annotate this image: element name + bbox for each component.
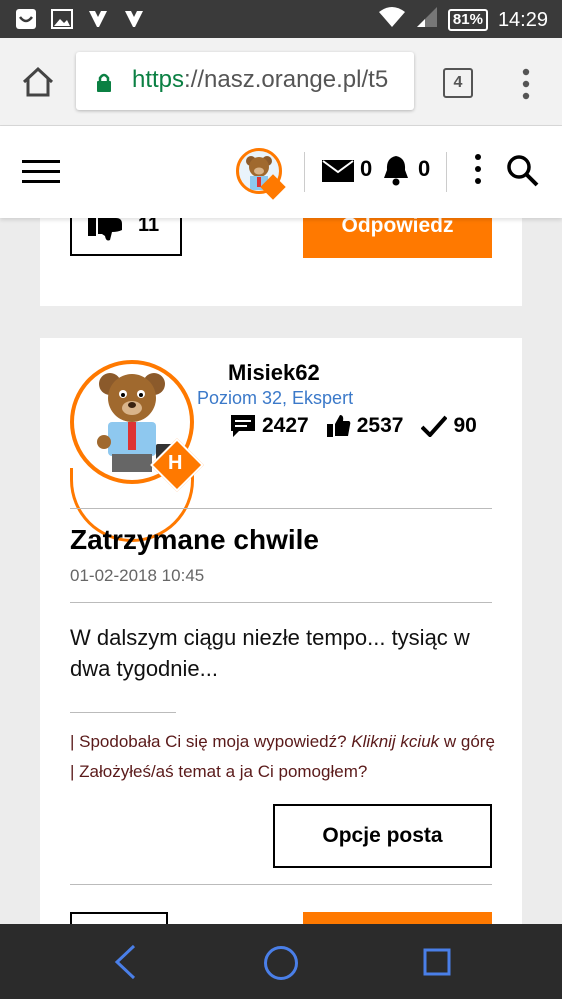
app-notification-icon: [122, 7, 146, 31]
lock-icon: [96, 72, 112, 97]
system-status: 81% 14:29: [378, 6, 548, 34]
signature-divider: [70, 712, 176, 713]
hamburger-line: [22, 170, 60, 173]
author-stats: 2427 2537 90: [230, 414, 495, 438]
browser-toolbar: https://nasz.orange.pl/t5 4: [0, 38, 562, 126]
previous-post-card: 11 Odpowiedz: [40, 218, 522, 306]
hamburger-line: [22, 160, 60, 163]
notifications-count: 0: [418, 156, 431, 181]
author-name[interactable]: Misiek62: [228, 360, 320, 386]
kudos-count: 2537: [356, 414, 404, 437]
post-body: W dalszym ciągu niezłe tempo... tysiąc w…: [70, 625, 470, 681]
posts-count: 2427: [262, 414, 309, 437]
reply-button[interactable]: [303, 912, 492, 924]
hamburger-menu-button[interactable]: [22, 160, 60, 184]
home-nav-button[interactable]: [263, 945, 299, 986]
envelope-icon: [322, 160, 354, 182]
inbox-icon: [14, 7, 38, 31]
reply-button[interactable]: Odpowiedz: [303, 218, 492, 258]
checkmark-icon: [421, 415, 448, 437]
messages-count: 0: [360, 156, 373, 181]
divider: [70, 602, 492, 603]
more-vertical-icon: [522, 68, 530, 100]
header-divider: [446, 152, 447, 192]
rank-badge-letter: H: [168, 452, 183, 474]
signature-emphasis: Kliknij kciuk: [351, 732, 440, 751]
url-host: ://nasz.orange.pl/t5: [184, 66, 389, 93]
battery-indicator: 81%: [447, 9, 488, 31]
hamburger-line: [22, 180, 60, 183]
comment-icon: [231, 415, 255, 437]
kebab-dot: [475, 166, 481, 172]
signal-icon: [416, 6, 438, 34]
stat-solutions: 90: [421, 414, 477, 438]
url-scheme: https: [132, 66, 185, 93]
signature: | Spodobała Ci się moja wypowiedź? Klikn…: [70, 727, 496, 787]
notifications-button[interactable]: [382, 154, 410, 191]
post-date: 01-02-2018 10:45: [70, 566, 205, 585]
status-bar: 81% 14:29: [0, 0, 562, 38]
kebab-dot: [475, 154, 481, 160]
site-header: 0 0: [0, 126, 562, 218]
post-title: Zatrzymane chwile: [70, 524, 319, 555]
stat-kudos: 2537: [326, 414, 404, 438]
messages-button[interactable]: [322, 160, 354, 187]
home-icon: [22, 66, 54, 97]
kudos-button[interactable]: [70, 912, 168, 924]
site-menu-button[interactable]: [472, 154, 484, 188]
stat-posts: 2427: [230, 414, 309, 438]
bell-icon: [384, 156, 408, 186]
square-recents-icon: [423, 948, 451, 976]
solutions-count: 90: [453, 414, 477, 437]
app-notification-icon: [86, 7, 110, 31]
address-bar[interactable]: https://nasz.orange.pl/t5: [76, 52, 414, 110]
signature-text: | Spodobała Ci się moja wypowiedź?: [70, 732, 352, 751]
image-icon: [50, 7, 74, 31]
search-icon: [507, 155, 539, 187]
home-button[interactable]: [20, 64, 56, 100]
post-card: H Misiek62 Poziom 32, Ekspert 2427 2537 …: [40, 338, 522, 924]
thumbs-down-icon: [88, 218, 122, 241]
browser-menu-button[interactable]: [518, 66, 534, 102]
wifi-icon: [378, 6, 406, 34]
author-rank: Poziom 32, Ekspert: [197, 388, 354, 408]
recents-button[interactable]: [423, 948, 451, 981]
system-navigation-bar: [0, 924, 562, 999]
back-icon: [114, 944, 136, 980]
kudos-count: 11: [138, 218, 160, 236]
post-options-button[interactable]: Opcje posta: [273, 804, 492, 868]
search-button[interactable]: [506, 154, 540, 193]
content-area: 11 Odpowiedz H Misiek62 Poziom 32, Ekspe…: [0, 218, 562, 924]
clock: 14:29: [497, 8, 548, 31]
thumbs-up-icon: [326, 415, 351, 437]
kudos-button[interactable]: 11: [70, 218, 182, 256]
kebab-dot: [475, 178, 481, 184]
divider: [70, 884, 492, 885]
divider: [70, 508, 492, 509]
header-divider: [304, 152, 305, 192]
circle-home-icon: [264, 946, 298, 980]
url-text: https://nasz.orange.pl/t5: [132, 66, 388, 94]
tab-switcher-button[interactable]: 4: [443, 68, 473, 98]
back-button[interactable]: [112, 944, 140, 985]
notification-icons: [14, 7, 146, 31]
